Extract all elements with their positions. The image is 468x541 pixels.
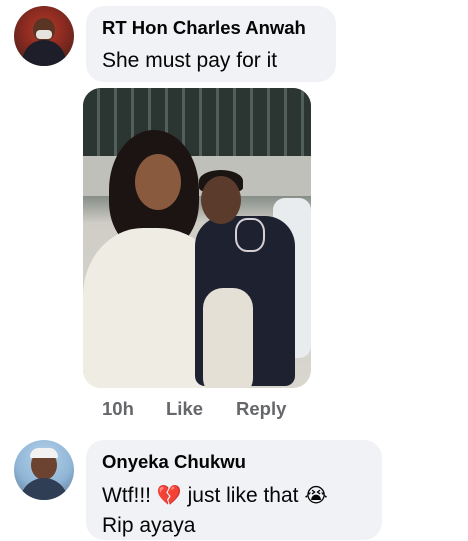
- broken-heart-icon: 💔: [156, 483, 182, 507]
- crying-face-icon: 😭: [304, 483, 328, 507]
- comment-bubble: RT Hon Charles Anwah She must pay for it: [86, 6, 336, 82]
- commenter-avatar[interactable]: [14, 440, 74, 500]
- avatar-cap: [30, 448, 58, 458]
- comment-text: Wtf!!! 💔 just like that 😭 Rip ayaya: [102, 480, 328, 541]
- comment-text: She must pay for it: [102, 49, 278, 72]
- photo-woman-face: [135, 154, 181, 210]
- photo-shirt-pattern: [235, 218, 265, 252]
- comment-author[interactable]: Onyeka Chukwu: [102, 451, 246, 473]
- avatar-mask: [36, 30, 52, 39]
- like-button[interactable]: Like: [166, 398, 203, 420]
- comment-timestamp[interactable]: 10h: [102, 398, 134, 420]
- photo-window-bars: [83, 88, 311, 158]
- comment-text-start: Wtf!!!: [102, 484, 151, 507]
- avatar-body: [22, 40, 66, 66]
- comment-author[interactable]: RT Hon Charles Anwah: [102, 17, 306, 39]
- photo-dress-fold: [203, 288, 253, 388]
- commenter-avatar[interactable]: [14, 6, 74, 66]
- comment-text-middle: just like that: [187, 484, 299, 507]
- comment-bubble: Onyeka Chukwu Wtf!!! 💔 just like that 😭 …: [86, 440, 382, 540]
- reply-button[interactable]: Reply: [236, 398, 286, 420]
- avatar-body: [20, 478, 68, 500]
- comment-photo[interactable]: [83, 88, 311, 388]
- photo-man-face: [201, 176, 241, 224]
